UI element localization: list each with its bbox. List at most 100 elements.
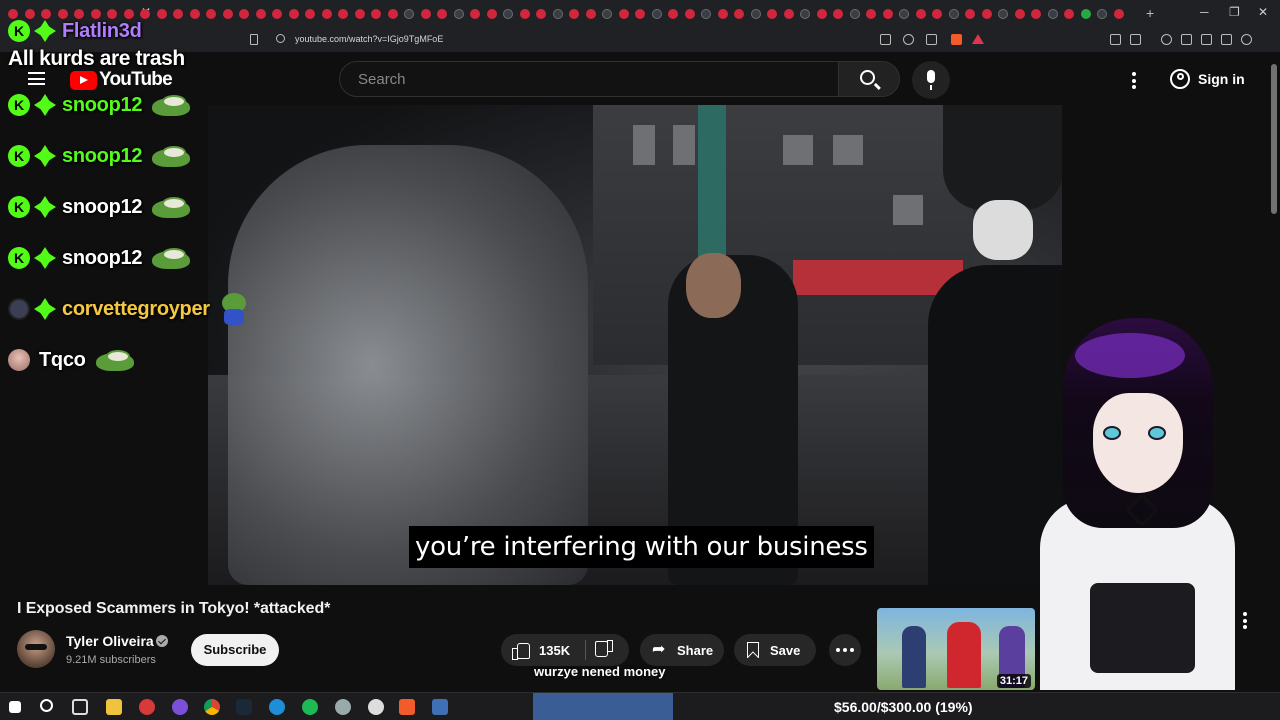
- brave-icon[interactable]: [399, 699, 415, 715]
- browser-tab[interactable]: [635, 9, 645, 19]
- browser-tab[interactable]: [321, 9, 332, 19]
- browser-tab[interactable]: [882, 9, 893, 19]
- browser-tab[interactable]: [899, 9, 909, 19]
- browser-tab[interactable]: [998, 9, 1008, 19]
- browser-tab[interactable]: [288, 9, 299, 19]
- browser-tab[interactable]: [519, 9, 530, 19]
- browser-tab[interactable]: [932, 9, 942, 19]
- browser-tab[interactable]: [717, 9, 728, 19]
- start-icon[interactable]: [9, 701, 21, 713]
- minimize-button[interactable]: ─: [1200, 5, 1209, 19]
- browser-tab[interactable]: [849, 9, 860, 19]
- browser-tab[interactable]: [569, 9, 579, 19]
- browser-tab[interactable]: [767, 9, 777, 19]
- share-page-icon[interactable]: [926, 34, 937, 45]
- browser-tab[interactable]: [1014, 9, 1025, 19]
- browser-tab[interactable]: [272, 9, 282, 19]
- vpn-icon[interactable]: [1221, 34, 1232, 45]
- browser-tab[interactable]: [1064, 9, 1074, 19]
- sign-in-button[interactable]: Sign in: [1160, 61, 1252, 97]
- brave-rewards-icon[interactable]: [972, 34, 984, 44]
- browser-tab[interactable]: [981, 9, 992, 19]
- browser-tab[interactable]: [486, 9, 497, 19]
- browser-tab[interactable]: [800, 9, 810, 19]
- spotify-icon[interactable]: [302, 699, 318, 715]
- app-icon-white[interactable]: [368, 699, 384, 715]
- browser-tab[interactable]: [189, 9, 200, 19]
- search-icon[interactable]: [40, 699, 53, 712]
- channel-name[interactable]: Tyler Oliveira: [66, 633, 154, 649]
- new-tab-button[interactable]: +: [1146, 5, 1154, 21]
- save-button[interactable]: Save: [734, 634, 816, 666]
- edge-icon[interactable]: [269, 699, 285, 715]
- thumbs-up-icon[interactable]: [512, 642, 530, 660]
- browser-tab[interactable]: [404, 9, 414, 19]
- browser-tab[interactable]: [618, 9, 629, 19]
- wallet-icon[interactable]: [1201, 34, 1212, 45]
- search-input[interactable]: [340, 62, 838, 96]
- browser-tab[interactable]: [651, 9, 662, 19]
- scrollbar-thumb[interactable]: [1271, 64, 1277, 214]
- browser-tab[interactable]: [1097, 9, 1107, 19]
- browser-tab[interactable]: [783, 9, 794, 19]
- media-icon[interactable]: [1161, 34, 1172, 45]
- app-icon-gray[interactable]: [335, 699, 351, 715]
- browser-tab[interactable]: [734, 9, 744, 19]
- site-info-icon[interactable]: [276, 34, 285, 43]
- maximize-button[interactable]: ❐: [1229, 5, 1240, 19]
- browser-tab[interactable]: [668, 9, 678, 19]
- steam-icon[interactable]: [236, 699, 252, 715]
- browser-tab[interactable]: [585, 9, 596, 19]
- browser-tab[interactable]: [305, 9, 315, 19]
- browser-tab[interactable]: [354, 9, 365, 19]
- browser-tab[interactable]: [338, 9, 348, 19]
- app-icon-blue[interactable]: [432, 699, 448, 715]
- browser-tab[interactable]: [833, 9, 843, 19]
- shield-icon[interactable]: [1241, 34, 1252, 45]
- browser-tab[interactable]: [387, 9, 398, 19]
- browser-tab[interactable]: [948, 9, 959, 19]
- browser-tab[interactable]: [552, 9, 563, 19]
- browser-tab[interactable]: [222, 9, 233, 19]
- browser-tab[interactable]: [915, 9, 926, 19]
- browser-tab[interactable]: [206, 9, 216, 19]
- browser-tab[interactable]: [701, 9, 711, 19]
- brave-shield-icon[interactable]: [951, 34, 962, 45]
- search-button[interactable]: [838, 61, 900, 97]
- browser-tab[interactable]: [1080, 9, 1091, 19]
- extensions-icon[interactable]: [1110, 34, 1121, 45]
- browser-tab[interactable]: [684, 9, 695, 19]
- subscribe-button[interactable]: Subscribe: [191, 634, 279, 666]
- browser-tab[interactable]: [420, 9, 431, 19]
- browser-tab[interactable]: [816, 9, 827, 19]
- browser-tab[interactable]: [602, 9, 612, 19]
- chrome-icon[interactable]: [204, 699, 220, 715]
- extension-box-icon[interactable]: [1130, 34, 1141, 45]
- share-button[interactable]: ➦ Share: [640, 634, 724, 666]
- browser-tab[interactable]: [965, 9, 975, 19]
- app-icon-purple[interactable]: [172, 699, 188, 715]
- browser-tab[interactable]: [371, 9, 381, 19]
- browser-menu-icon[interactable]: [1262, 34, 1273, 45]
- task-view-icon[interactable]: [72, 699, 88, 715]
- browser-tab[interactable]: [470, 9, 480, 19]
- browser-tab[interactable]: [437, 9, 447, 19]
- screenshot-icon[interactable]: [880, 34, 891, 45]
- page-scrollbar[interactable]: [1268, 52, 1280, 690]
- browser-tab[interactable]: [173, 9, 183, 19]
- zoom-icon[interactable]: [903, 34, 914, 45]
- browser-tab[interactable]: [156, 9, 167, 19]
- browser-tab[interactable]: [239, 9, 249, 19]
- browser-tab[interactable]: [1113, 9, 1124, 19]
- url-text[interactable]: youtube.com/watch?v=IGjo9TgMFoE: [295, 34, 443, 44]
- browser-tab[interactable]: [503, 9, 513, 19]
- more-vert-icon[interactable]: [1243, 612, 1247, 632]
- browser-tab[interactable]: [750, 9, 761, 19]
- video-player[interactable]: [208, 105, 1062, 585]
- browser-tab[interactable]: [866, 9, 876, 19]
- menu-icon[interactable]: [28, 72, 45, 85]
- like-count[interactable]: 135K: [539, 643, 570, 658]
- browser-tab[interactable]: [1047, 9, 1058, 19]
- browser-tab[interactable]: [255, 9, 266, 19]
- thumbs-down-icon[interactable]: [597, 642, 613, 658]
